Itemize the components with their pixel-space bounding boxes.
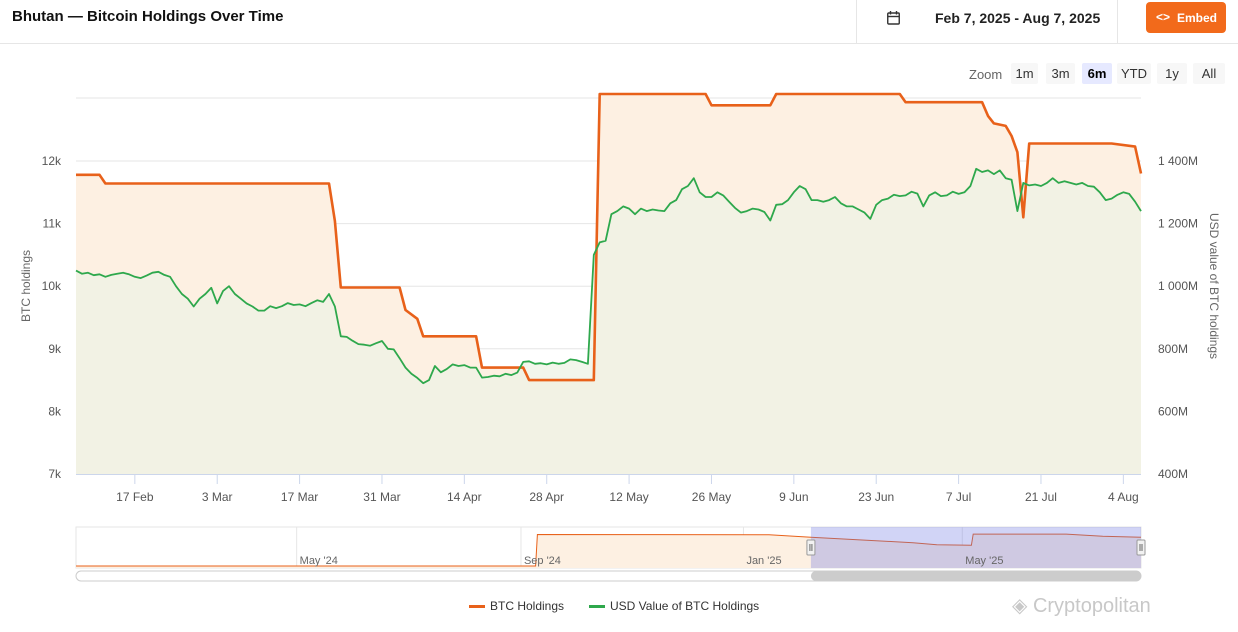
navigator-selection <box>810 527 1141 568</box>
right-axis-label: USD value of BTC holdings <box>1207 213 1221 359</box>
x-axis-tick-label: 31 Mar <box>363 490 400 504</box>
embed-button-label: Embed <box>1177 11 1218 25</box>
area-btc-holdings <box>76 94 1141 474</box>
left-axis-tick-label: 9k <box>48 342 62 356</box>
navigator-frame <box>75 526 1142 569</box>
line-usd-value <box>75 167 1142 385</box>
x-axis-tick-label: 23 Jun <box>858 490 894 504</box>
navigator-label: Jan '25 <box>746 555 781 567</box>
navigator-handle-left <box>806 539 816 556</box>
embed-button[interactable]: <> Embed <box>1146 2 1226 33</box>
left-axis-tick-label: 12k <box>42 154 62 168</box>
navigator-scrollbar-track <box>75 570 1142 582</box>
legend-label-usd: USD Value of BTC Holdings <box>610 599 760 613</box>
grid-lines <box>76 97 1141 475</box>
x-axis-tick-label: 14 Apr <box>447 490 482 504</box>
left-axis-tick-label: 7k <box>48 467 62 481</box>
legend-label-btc: BTC Holdings <box>490 599 565 613</box>
navigator-area <box>76 534 1141 568</box>
x-axis-tick-label: 7 Jul <box>946 490 971 504</box>
x-axis-tick-label: 4 Aug <box>1108 490 1139 504</box>
left-axis-tick-label: 11k <box>43 217 62 231</box>
right-axis-ticks: 400M 600M 800M 1 000M 1 200M 1 400M <box>1158 154 1198 481</box>
series-areas <box>76 94 1141 475</box>
x-axis-tick-label: 21 Jul <box>1025 490 1057 504</box>
x-axis-tick-label: 17 Mar <box>281 490 318 504</box>
line-btc-holdings <box>76 92 1143 382</box>
x-axis-tick-label: 12 May <box>609 490 648 504</box>
navigator-label: May '25 <box>965 555 1003 567</box>
right-axis-tick-label: 800M <box>1158 342 1188 356</box>
header: Bhutan — Bitcoin Holdings Over Time Feb … <box>0 0 1238 44</box>
x-axis-tick-label: 28 Apr <box>529 490 564 504</box>
zoom-button-1m[interactable]: 1m <box>1011 63 1038 84</box>
navigator-line <box>76 533 1142 567</box>
right-axis-tick-label: 1 200M <box>1158 217 1198 231</box>
page-title: Bhutan — Bitcoin Holdings Over Time <box>12 8 284 25</box>
code-icon: <> <box>1156 10 1171 24</box>
right-axis-tick-label: 1 000M <box>1158 279 1198 293</box>
left-axis-label: BTC holdings <box>19 250 33 322</box>
x-axis-tick-label: 26 May <box>692 490 731 504</box>
calendar-icon <box>887 11 900 25</box>
series-lines <box>75 92 1143 385</box>
left-axis-tick-label: 10k <box>42 279 62 293</box>
zoom-button-ytd[interactable]: YTD <box>1117 63 1151 84</box>
watermark: ◈ Cryptopolitan <box>1012 593 1151 618</box>
navigator-label: May '24 <box>300 555 338 567</box>
zoom-button-1y[interactable]: 1y <box>1157 63 1187 84</box>
x-axis-tick-label: 9 Jun <box>779 490 808 504</box>
left-axis-tick-label: 8k <box>48 404 62 418</box>
x-axis-tick-label: 17 Feb <box>116 490 154 504</box>
zoom-button-all[interactable]: All <box>1193 63 1225 84</box>
navigator-handle-right <box>1136 539 1146 556</box>
zoom-button-6m[interactable]: 6m <box>1082 63 1112 84</box>
date-range-text: Feb 7, 2025 - Aug 7, 2025 <box>935 10 1101 26</box>
zoom-label: Zoom <box>969 67 1003 82</box>
navigator[interactable]: May '24 Sep '24 Jan '25 May '25 <box>75 526 1146 582</box>
right-axis-tick-label: 400M <box>1158 467 1188 481</box>
navigator-scrollbar-thumb <box>810 571 1141 581</box>
legend-swatch-btc <box>469 605 485 608</box>
x-axis-tick-label: 3 Mar <box>202 490 233 504</box>
zoom-button-3m[interactable]: 3m <box>1046 63 1075 84</box>
legend-swatch-usd <box>589 605 605 608</box>
area-usd-value <box>76 168 1141 475</box>
navigator-label: Sep '24 <box>524 555 561 567</box>
date-range-picker[interactable]: Feb 7, 2025 - Aug 7, 2025 <box>856 0 1118 44</box>
x-axis: 17 Feb 3 Mar 17 Mar 31 Mar 14 Apr 28 Apr 12 Ma… <box>76 474 1141 504</box>
cryptopolitan-logo-icon: ◈ <box>1012 595 1028 617</box>
right-axis-tick-label: 1 400M <box>1158 154 1198 168</box>
watermark-text: Cryptopolitan <box>1032 595 1151 617</box>
holdings-chart: 7k 8k 9k 10k 11k 12k 400M 600M 800M 1 000M 1 200M… <box>19 92 1221 582</box>
right-axis-tick-label: 600M <box>1158 404 1188 418</box>
left-axis-ticks: 7k 8k 9k 10k 11k 12k <box>42 154 62 481</box>
